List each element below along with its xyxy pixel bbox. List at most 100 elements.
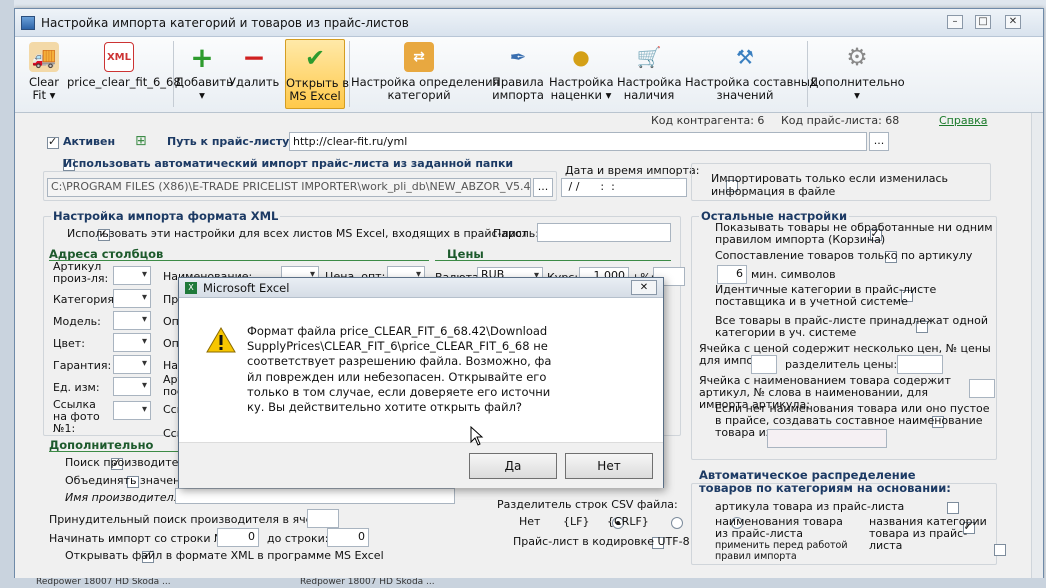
help-link[interactable]: Справка (939, 114, 987, 127)
open-excel-button[interactable]: ✔ Открыть в MS Excel (285, 39, 349, 109)
datetime-label: Дата и время импорта: (565, 164, 700, 177)
warranty-combo[interactable] (113, 355, 151, 374)
clear-fit-button[interactable]: 🚚 Clear Fit ▾ (21, 39, 67, 109)
forced-search-input[interactable] (307, 509, 339, 528)
cart-icon: 🛒 (636, 44, 662, 69)
auto-import-label: Использовать автоматический импорт прайс… (63, 157, 514, 170)
by-name-label: наименования товара из прайс-листа (715, 515, 843, 540)
add-button[interactable]: + Добавить ▾ (175, 39, 233, 109)
category-combo[interactable] (113, 289, 151, 308)
category-label: Категория: (53, 293, 118, 306)
availability-button[interactable]: 🛒 Настройка наличия (617, 39, 682, 109)
csv-crlf-label: {CRLF} (607, 515, 649, 528)
minimize-button[interactable]: – (947, 15, 963, 29)
xml-file-icon: XML (104, 42, 134, 72)
no-button[interactable]: Нет (565, 453, 653, 479)
mfr-name-label: Имя производителя: (65, 491, 185, 504)
browse-folder-button[interactable]: ... (533, 178, 553, 197)
datetime-input[interactable]: / / : : (561, 178, 687, 197)
by-article-checkbox[interactable] (947, 502, 959, 514)
use-all-label: Использовать эти настройки для всех лист… (67, 227, 529, 240)
apply-before-checkbox[interactable] (993, 544, 1006, 556)
prices-header: Цены (447, 247, 484, 261)
unit-label: Ед. изм: (53, 381, 100, 394)
import-rules-button[interactable]: ✒ Правила импорта (489, 39, 547, 109)
min-chars-label: мин. символов (751, 268, 836, 281)
markup-button[interactable]: ● Настройка наценки ▾ (549, 39, 614, 109)
start-row-input[interactable]: 0 (217, 528, 259, 547)
extra-divider (49, 451, 189, 452)
extra-button[interactable]: ⚙ Дополнительно ▾ (809, 39, 905, 109)
photo-combo[interactable] (113, 401, 151, 420)
minus-icon: − (242, 40, 266, 74)
multi-price-input[interactable] (751, 355, 777, 374)
window-title: Настройка импорта категорий и товаров из… (41, 16, 409, 30)
prices-divider (435, 260, 671, 261)
warranty-label: Гарантия: (53, 359, 112, 372)
price-file-button[interactable]: XML price_clear_fit_6_68 (67, 39, 181, 109)
background-app-strip (0, 0, 14, 588)
yes-button[interactable]: Да (469, 453, 557, 479)
color-combo[interactable] (113, 333, 151, 352)
csv-lf-radio[interactable] (671, 517, 683, 529)
color-label: Цвет: (53, 337, 85, 350)
add-label: Добавить ▾ (175, 75, 233, 102)
tools-icon: ⚒ (736, 44, 754, 69)
open-xml-label: Открывать файл в формате XML в программе… (65, 549, 384, 562)
op2-label: Оп (163, 337, 179, 350)
delete-button[interactable]: − Удалить (229, 39, 279, 109)
to-row-input[interactable]: 0 (327, 528, 369, 547)
composite-name-input[interactable] (767, 429, 887, 448)
csv-none-label: Нет (519, 515, 541, 528)
browse-path-button[interactable]: ... (869, 132, 889, 151)
price-code: Код прайс-листа: 68 (781, 114, 900, 127)
delete-label: Удалить (229, 75, 280, 89)
name-has-article-input[interactable] (969, 379, 995, 398)
pen-icon: ✒ (509, 44, 527, 69)
price-sep-input[interactable] (897, 355, 943, 374)
maximize-button[interactable]: □ (975, 15, 991, 29)
scrollbar[interactable] (1031, 113, 1043, 585)
dialog-title-bar: X Microsoft Excel ✕ (179, 278, 663, 298)
path-input[interactable] (289, 132, 867, 151)
markup-label: Настройка наценки ▾ (549, 75, 614, 102)
excel-dialog: X Microsoft Excel ✕ Формат файла price_C… (178, 277, 664, 488)
folder-input[interactable]: C:\PROGRAM FILES (X86)\E-TRADE PRICELIST… (47, 178, 531, 197)
active-label: Активен (63, 135, 116, 148)
active-checkbox[interactable] (47, 135, 59, 149)
apply-before-label: применить перед работой правил импорта (715, 540, 848, 562)
warning-icon (206, 327, 236, 353)
identical-cats-label: Идентичные категории в прайс-листе поста… (715, 283, 937, 308)
import-rules-label: Правила импорта (492, 75, 544, 102)
price-file-label: price_clear_fit_6_68 (67, 75, 181, 89)
utf8-label: Прайс-лист в кодировке UTF-8 (513, 535, 690, 548)
toolbar: 🚚 Clear Fit ▾ XML price_clear_fit_6_68 +… (15, 37, 1043, 113)
match-article-label: Сопоставление товаров только по артикулу (715, 249, 973, 262)
gear-icon: ⚙ (846, 42, 868, 71)
op1-label: Оп (163, 315, 179, 328)
unit-combo[interactable] (113, 377, 151, 396)
article-combo[interactable] (113, 266, 151, 285)
min-chars-input[interactable]: 6 (717, 265, 747, 284)
mfr-name-input[interactable] (175, 488, 455, 504)
plus-icon: + (190, 40, 214, 74)
category-settings-button[interactable]: ⇄ Настройка определения категорий (351, 39, 499, 109)
dialog-footer: Да Нет (179, 442, 663, 488)
mouse-cursor (470, 426, 484, 446)
csv-sep-label: Разделитель строк CSV файла: (497, 498, 678, 511)
model-combo[interactable] (113, 311, 151, 330)
extra-header: Дополнительно (49, 438, 154, 452)
price-sep-label: разделитель цены: (785, 358, 898, 371)
password-input[interactable] (537, 223, 671, 242)
checkmark-icon: ✔ (304, 43, 326, 72)
dialog-close-button[interactable]: ✕ (631, 280, 657, 295)
categories-icon: ⇄ (404, 42, 434, 72)
dialog-title: Microsoft Excel (203, 281, 290, 295)
columns-header: Адреса столбцов (49, 247, 164, 261)
toolbar-separator (807, 41, 808, 107)
coins-icon: ● (572, 44, 590, 69)
one-cat-label: Все товары в прайс-листе принадлежат одн… (715, 314, 988, 339)
close-button[interactable]: ✕ (1005, 15, 1021, 29)
photo-label: Ссылка на фото №1: (53, 398, 100, 435)
composite-values-button[interactable]: ⚒ Настройка составных значений (685, 39, 817, 109)
